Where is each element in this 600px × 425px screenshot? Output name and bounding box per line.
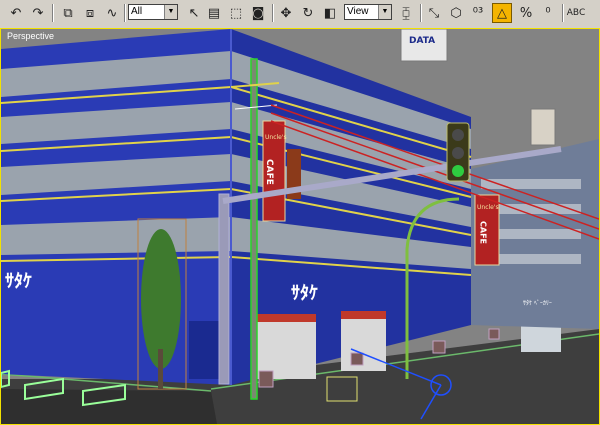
- toolbar-separator: [420, 4, 422, 22]
- building-logo-2: ｻﾀｹ: [291, 283, 318, 304]
- rotate-icon[interactable]: ↻: [298, 3, 318, 23]
- select-by-name-icon[interactable]: ▤: [204, 3, 224, 23]
- chevron-down-icon: ▼: [378, 5, 391, 19]
- angle-snap-icon[interactable]: △: [492, 3, 512, 23]
- select-link-icon[interactable]: ⧉: [58, 3, 78, 23]
- selection-filter-value: All: [131, 6, 143, 17]
- move-icon[interactable]: ✥: [276, 3, 296, 23]
- toolbar-separator: [52, 4, 54, 22]
- cafe-sign-top: Uncle's: [265, 134, 287, 141]
- cafe-sign-main: CAFE: [264, 159, 274, 185]
- selection-filter-dropdown[interactable]: All ▼: [128, 4, 178, 20]
- toolbar-separator: [124, 4, 126, 22]
- align-icon[interactable]: ⬡: [446, 3, 466, 23]
- bind-space-warp-icon[interactable]: ∿: [102, 3, 122, 23]
- sidewalk: [1, 389, 217, 424]
- viewport-label[interactable]: Perspective: [7, 31, 54, 41]
- shop-sign: ｻﾀｹ ﾍﾞｰｶﾘｰ: [523, 300, 552, 307]
- traffic-light-yellow: [452, 147, 464, 159]
- toolbar-separator: [562, 4, 564, 22]
- unlink-icon[interactable]: ⧈: [80, 3, 100, 23]
- spinner-snap-icon[interactable]: ⁰: [538, 3, 558, 23]
- rectangular-region-icon[interactable]: ⬚: [226, 3, 246, 23]
- mirror-icon[interactable]: ⤡: [424, 3, 444, 23]
- undo-icon[interactable]: ↶: [6, 3, 26, 23]
- named-selection-icon[interactable]: ABC: [566, 3, 586, 23]
- select-object-icon[interactable]: ↖: [184, 3, 204, 23]
- cafe-sign-2-main: CAFE: [479, 221, 488, 244]
- snap-3d-icon[interactable]: ⁰³: [468, 3, 488, 23]
- utility-pole: [250, 58, 258, 400]
- rooftop-sign-text: DATA: [409, 36, 435, 46]
- redo-icon[interactable]: ↷: [28, 3, 48, 23]
- tree-trunk: [158, 349, 163, 389]
- pivot-center-icon[interactable]: ⧮: [396, 3, 416, 23]
- chevron-down-icon: ▼: [164, 5, 177, 19]
- traffic-light-red: [452, 129, 464, 141]
- toolbar-separator: [272, 4, 274, 22]
- poster-billboard: [530, 108, 556, 146]
- tree: [141, 229, 181, 369]
- traffic-light-green: [452, 165, 464, 177]
- window-crossing-icon[interactable]: ◙: [248, 3, 268, 23]
- reference-coord-value: View: [347, 6, 369, 17]
- main-toolbar: ↶ ↷ ⧉ ⧈ ∿ All ▼ ↖ ▤ ⬚ ◙ ✥ ↻ ◧ View ▼ ⧮ ⤡ ⬡…: [0, 0, 600, 29]
- cafe-sign-2-top: Uncle's: [477, 204, 499, 211]
- perspective-viewport[interactable]: Perspective ｻﾀｹ ｻﾀｹ ｻﾀｹ ﾍﾞｰｶﾘｰ DATA Uncl…: [0, 28, 600, 425]
- light-pole: [218, 193, 230, 385]
- percent-snap-icon[interactable]: %: [516, 3, 536, 23]
- building-logo: ｻﾀｹ: [5, 271, 32, 292]
- max-window: ↶ ↷ ⧉ ⧈ ∿ All ▼ ↖ ▤ ⬚ ◙ ✥ ↻ ◧ View ▼ ⧮ ⤡ ⬡…: [0, 0, 600, 425]
- city-scene: ｻﾀｹ ｻﾀｹ ｻﾀｹ ﾍﾞｰｶﾘｰ DATA Uncle's CAFE Unc…: [1, 29, 599, 424]
- scale-icon[interactable]: ◧: [320, 3, 340, 23]
- reference-coord-dropdown[interactable]: View ▼: [344, 4, 392, 20]
